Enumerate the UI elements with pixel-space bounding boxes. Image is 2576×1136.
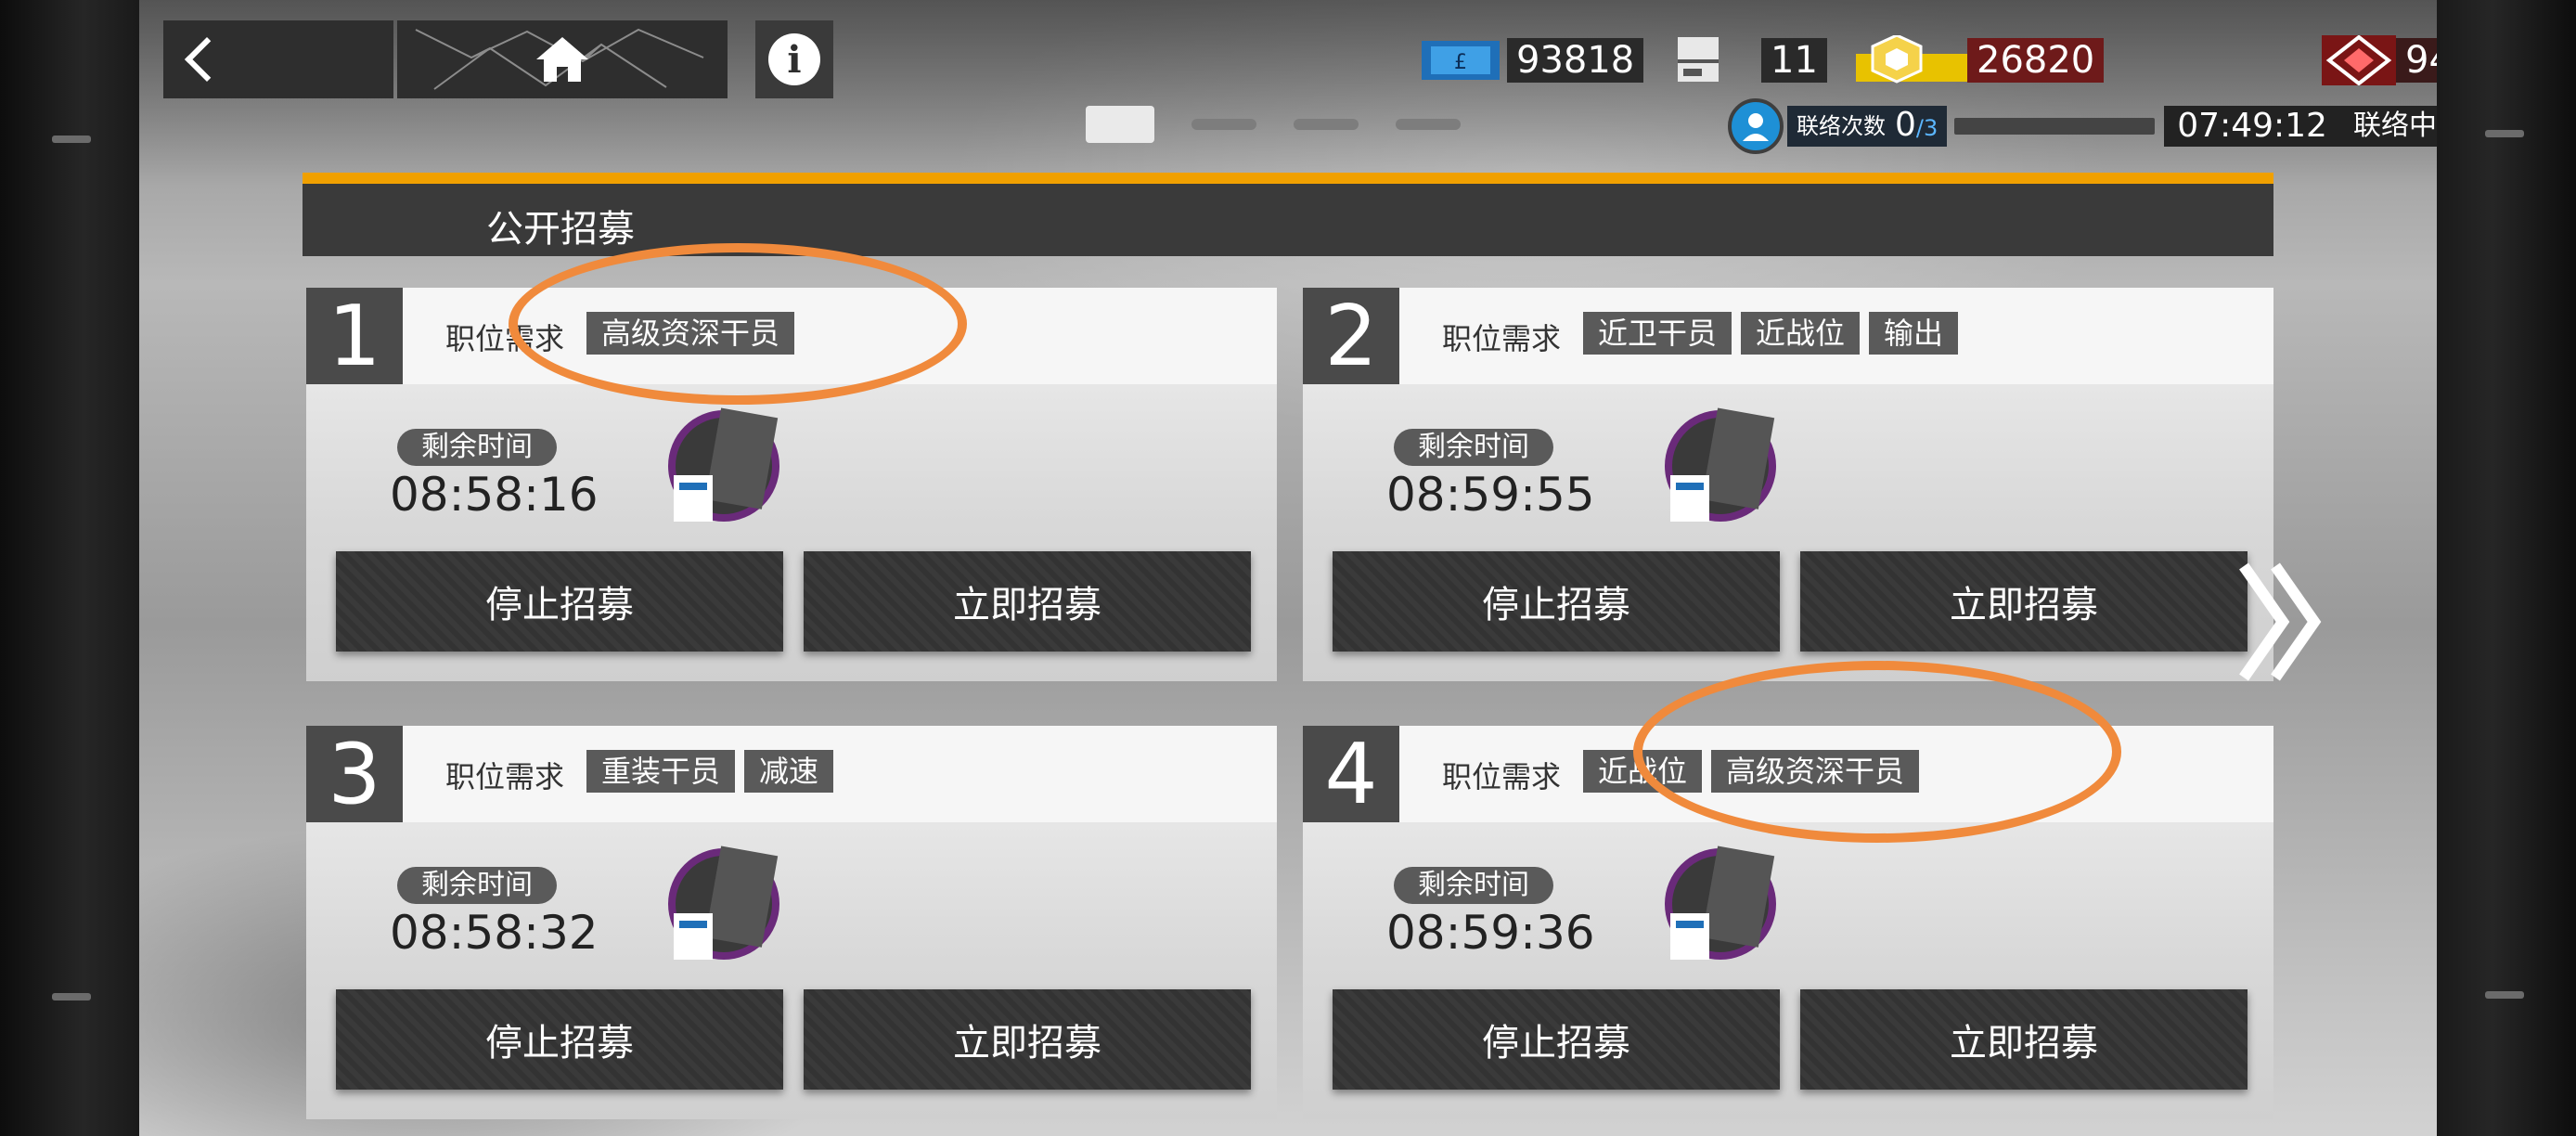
back-button[interactable] — [163, 20, 393, 98]
stop-recruit-button[interactable]: 停止招募 — [1333, 551, 1780, 652]
page-dot[interactable] — [1191, 119, 1256, 130]
resource-lmd: 26820 — [1856, 33, 2105, 85]
recruit-permit-icon — [668, 846, 779, 960]
tag: 重装干员 — [586, 750, 736, 793]
ticket-count: 11 — [1761, 38, 1827, 83]
ticket-icon — [1668, 35, 1743, 85]
resource-orundum: 94768 — [2322, 34, 2437, 86]
remaining-time: 08:59:36 — [1386, 906, 1595, 960]
next-page-arrow-icon[interactable] — [2236, 557, 2329, 687]
slot-number: 3 — [306, 726, 403, 823]
bezel-tick — [52, 136, 91, 143]
requirement-tags: 近卫干员 近战位 输出 — [1583, 312, 1959, 355]
resource-tickets: 11 — [1668, 35, 1827, 85]
right-bezel — [2437, 0, 2576, 1136]
svg-text:£: £ — [1454, 51, 1467, 74]
bezel-tick — [2485, 130, 2524, 137]
page-header: 公开招募 — [303, 173, 2273, 256]
remaining-time-label: 剩余时间 — [397, 429, 557, 466]
page-dot[interactable] — [1294, 119, 1359, 130]
recruit-permit-icon — [1665, 846, 1776, 960]
info-icon: i — [768, 33, 820, 85]
left-bezel — [0, 0, 139, 1136]
orundum-count: 94768 — [2396, 38, 2437, 83]
contact-count-value: 0/3 — [1895, 105, 1938, 144]
contact-progress-bar — [1954, 118, 2156, 135]
page-title: 公开招募 — [486, 208, 635, 251]
slot-number: 2 — [1303, 288, 1399, 385]
stop-recruit-button[interactable]: 停止招募 — [336, 551, 783, 652]
remaining-time: 08:58:16 — [390, 468, 599, 522]
game-screen: i £ 93818 11 26820 94768 — [139, 0, 2437, 1136]
page-indicator — [1086, 106, 1461, 143]
tag: 减速 — [744, 750, 834, 793]
contact-status[interactable]: 联络次数 0/3 07:49:12 联络中 — [1728, 98, 2437, 154]
tag: 近卫干员 — [1583, 312, 1732, 355]
highlight-circle — [509, 243, 967, 405]
lmd-count: 26820 — [1967, 38, 2105, 83]
remaining-time-label: 剩余时间 — [397, 867, 557, 904]
stop-recruit-button[interactable]: 停止招募 — [336, 989, 783, 1090]
remaining-time: 08:59:55 — [1386, 468, 1595, 522]
highlight-circle — [1633, 661, 2121, 843]
bezel-tick — [52, 993, 91, 1000]
recruit-permit-icon — [668, 407, 779, 522]
page-dot-active[interactable] — [1086, 106, 1154, 143]
orundum-icon — [2322, 34, 2396, 86]
contact-status-text: 联络中 — [2339, 106, 2437, 147]
slot-number: 4 — [1303, 726, 1399, 823]
user-icon — [1728, 98, 1784, 154]
expedite-recruit-button[interactable]: 立即招募 — [804, 989, 1251, 1090]
contact-count-box: 联络次数 0/3 — [1787, 105, 1948, 147]
slot-number: 1 — [306, 288, 403, 385]
home-button[interactable] — [397, 20, 728, 98]
expedite-recruit-button[interactable]: 立即招募 — [1800, 551, 2248, 652]
requirement-label: 职位需求 — [1442, 759, 1562, 794]
resource-recruit-permit: £ 93818 — [1418, 35, 1644, 85]
recruit-permit-icon — [1665, 407, 1776, 522]
recruit-slot-2: 2 职位需求 近卫干员 近战位 输出 剩余时间 08:59:55 停止招募 立即… — [1303, 288, 2273, 681]
requirement-label: 职位需求 — [445, 759, 565, 794]
bezel-tick — [2485, 991, 2524, 999]
requirement-tags: 重装干员 减速 — [586, 750, 834, 793]
remaining-time-label: 剩余时间 — [1394, 429, 1553, 466]
tag: 输出 — [1869, 312, 1959, 355]
requirement-label: 职位需求 — [1442, 321, 1562, 356]
gold-cube-icon — [1856, 33, 1967, 85]
info-button[interactable]: i — [755, 20, 833, 98]
expedite-recruit-button[interactable]: 立即招募 — [804, 551, 1251, 652]
recruit-permit-count: 93818 — [1507, 38, 1644, 83]
contact-count-label: 联络次数 — [1797, 113, 1886, 139]
tag: 近战位 — [1741, 312, 1861, 355]
home-icon — [536, 37, 588, 82]
remaining-time-label: 剩余时间 — [1394, 867, 1553, 904]
contact-timer: 07:49:12 — [2164, 106, 2340, 147]
page-dot[interactable] — [1396, 119, 1461, 130]
recruit-permit-icon: £ — [1418, 35, 1507, 85]
expedite-recruit-button[interactable]: 立即招募 — [1800, 989, 2248, 1090]
stop-recruit-button[interactable]: 停止招募 — [1333, 989, 1780, 1090]
remaining-time: 08:58:32 — [390, 906, 599, 960]
recruit-slot-3: 3 职位需求 重装干员 减速 剩余时间 08:58:32 停止招募 立即招募 — [306, 726, 1277, 1119]
chevron-left-icon — [184, 36, 230, 83]
